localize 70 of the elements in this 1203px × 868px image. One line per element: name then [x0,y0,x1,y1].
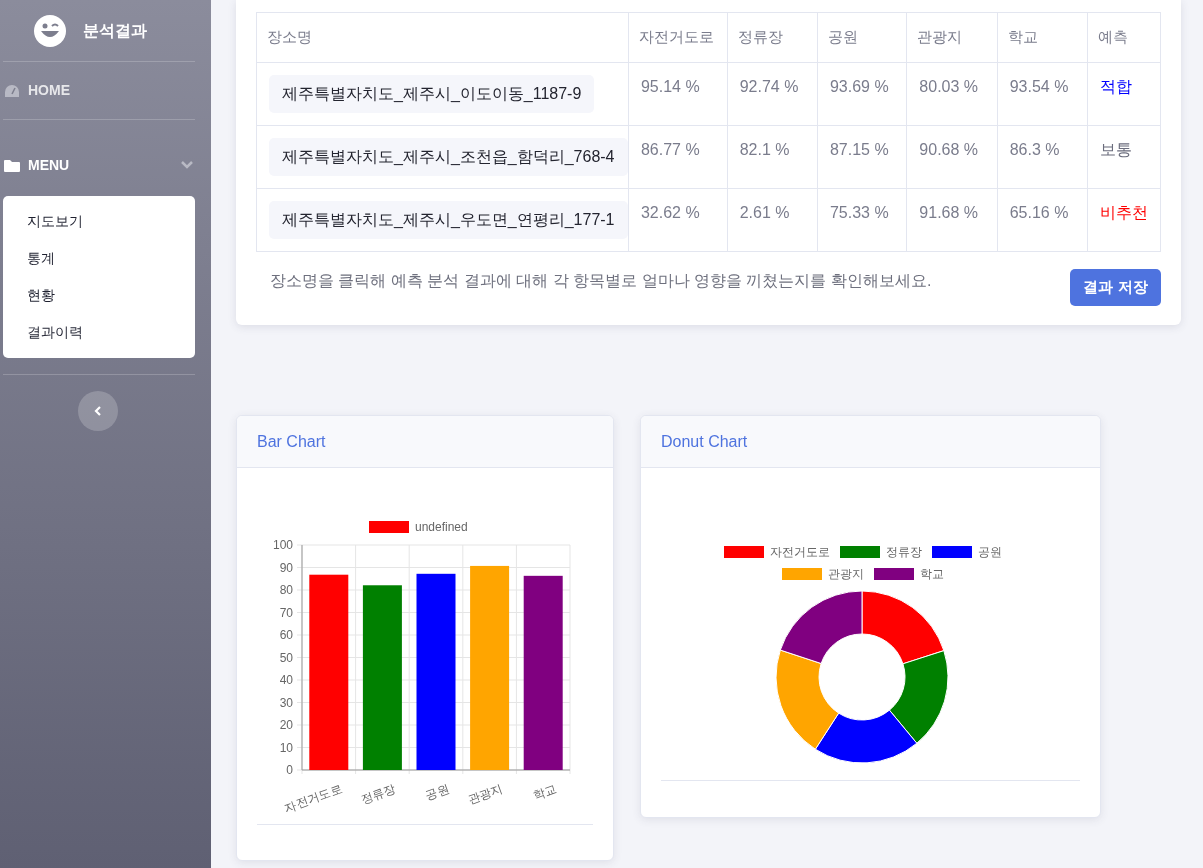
table-cell: 90.68 % [906,125,998,189]
axis-tick-label: 80 [279,583,293,597]
legend-label: 학교 [920,567,944,581]
axis-tick-label: 100 [272,538,293,552]
submenu-item[interactable]: 지도보기 [3,203,195,240]
axis-tick-label: 20 [279,718,293,732]
table-cell: 80.03 % [906,62,998,126]
axis-tick-label: 30 [279,695,293,710]
legend-label: 관광지 [828,567,864,581]
place-name-button[interactable]: 제주특별자치도_제주시_우도면_연평리_177-1 [269,201,628,239]
chevron-left-icon [94,406,101,416]
table-cell: 92.74 % [727,62,818,126]
column-header: 관광지 [906,12,998,63]
column-header: 자전거도로 [628,12,728,63]
axis-tick-label: 50 [279,650,293,665]
legend-item: 자전거도로 [724,545,830,559]
legend-item: 관광지 [782,567,864,581]
submenu-item[interactable]: 통계 [3,240,195,277]
brand-title: 분석결과 [83,20,147,41]
legend-item: undefined [369,520,468,534]
table-cell: 82.1 % [727,125,818,189]
place-name-button[interactable]: 제주특별자치도_제주시_이도이동_1187-9 [269,75,595,113]
card-title: Donut Chart [661,431,748,452]
axis-category-label: 공원 [423,781,452,804]
table-cell: 91.68 % [906,188,998,252]
table-cell: 93.69 % [817,62,907,126]
legend-label: 공원 [978,545,1002,559]
table-cell: 87.15 % [817,125,907,189]
chevron-down-icon [181,161,193,169]
axis-tick-label: 60 [279,628,293,642]
axis-category-label: 학교 [530,781,559,804]
axis-tick-label: 40 [279,673,293,687]
prediction-cell: 적합 [1087,62,1161,126]
legend-label: undefined [415,520,468,534]
prediction-cell: 보통 [1087,125,1161,189]
table-cell: 93.54 % [997,62,1088,126]
winking-face-icon [34,14,66,47]
table-cell: 95.14 % [628,62,728,126]
collapse-button[interactable] [77,391,118,431]
table-cell: 2.61 % [727,188,818,252]
column-header: 정류장 [727,12,818,63]
column-header: 예측 [1087,12,1161,63]
axis-tick-label: 90 [279,560,293,575]
table-cell: 32.62 % [628,188,728,252]
column-header: 장소명 [256,12,629,63]
gauge-icon [4,83,20,98]
save-results-button[interactable]: 결과 저장 [1070,269,1161,306]
card-title: Bar Chart [257,431,326,452]
hint-text: 장소명을 클릭해 예측 분석 결과에 대해 각 항목별로 얼마나 영향을 끼쳤는지를 확인해보세요. [270,271,932,291]
axis-category-label: 정류장 [358,781,398,808]
column-header: 공원 [817,12,907,63]
folder-icon [4,158,20,172]
table-cell: 86.77 % [628,125,728,189]
legend-item: 학교 [874,567,944,581]
table-cell: 75.33 % [817,188,907,252]
axis-tick-label: 0 [286,763,293,777]
prediction-cell: 비추천 [1087,188,1161,252]
submenu-item[interactable]: 결과이력 [3,314,195,351]
table-cell: 65.16 % [997,188,1088,252]
axis-tick-label: 70 [279,605,293,620]
submenu-item[interactable]: 현황 [3,277,195,314]
axis-tick-label: 10 [279,740,293,755]
column-header: 학교 [997,12,1088,63]
place-name-button[interactable]: 제주특별자치도_제주시_조천읍_함덕리_768-4 [269,138,628,176]
legend-label: 자전거도로 [770,545,830,559]
menu-toggle[interactable]: MENU [0,134,211,196]
legend-item: 공원 [932,545,1002,559]
table-cell: 86.3 % [997,125,1088,189]
legend-label: 정류장 [886,545,922,559]
legend-item: 정류장 [840,545,922,559]
